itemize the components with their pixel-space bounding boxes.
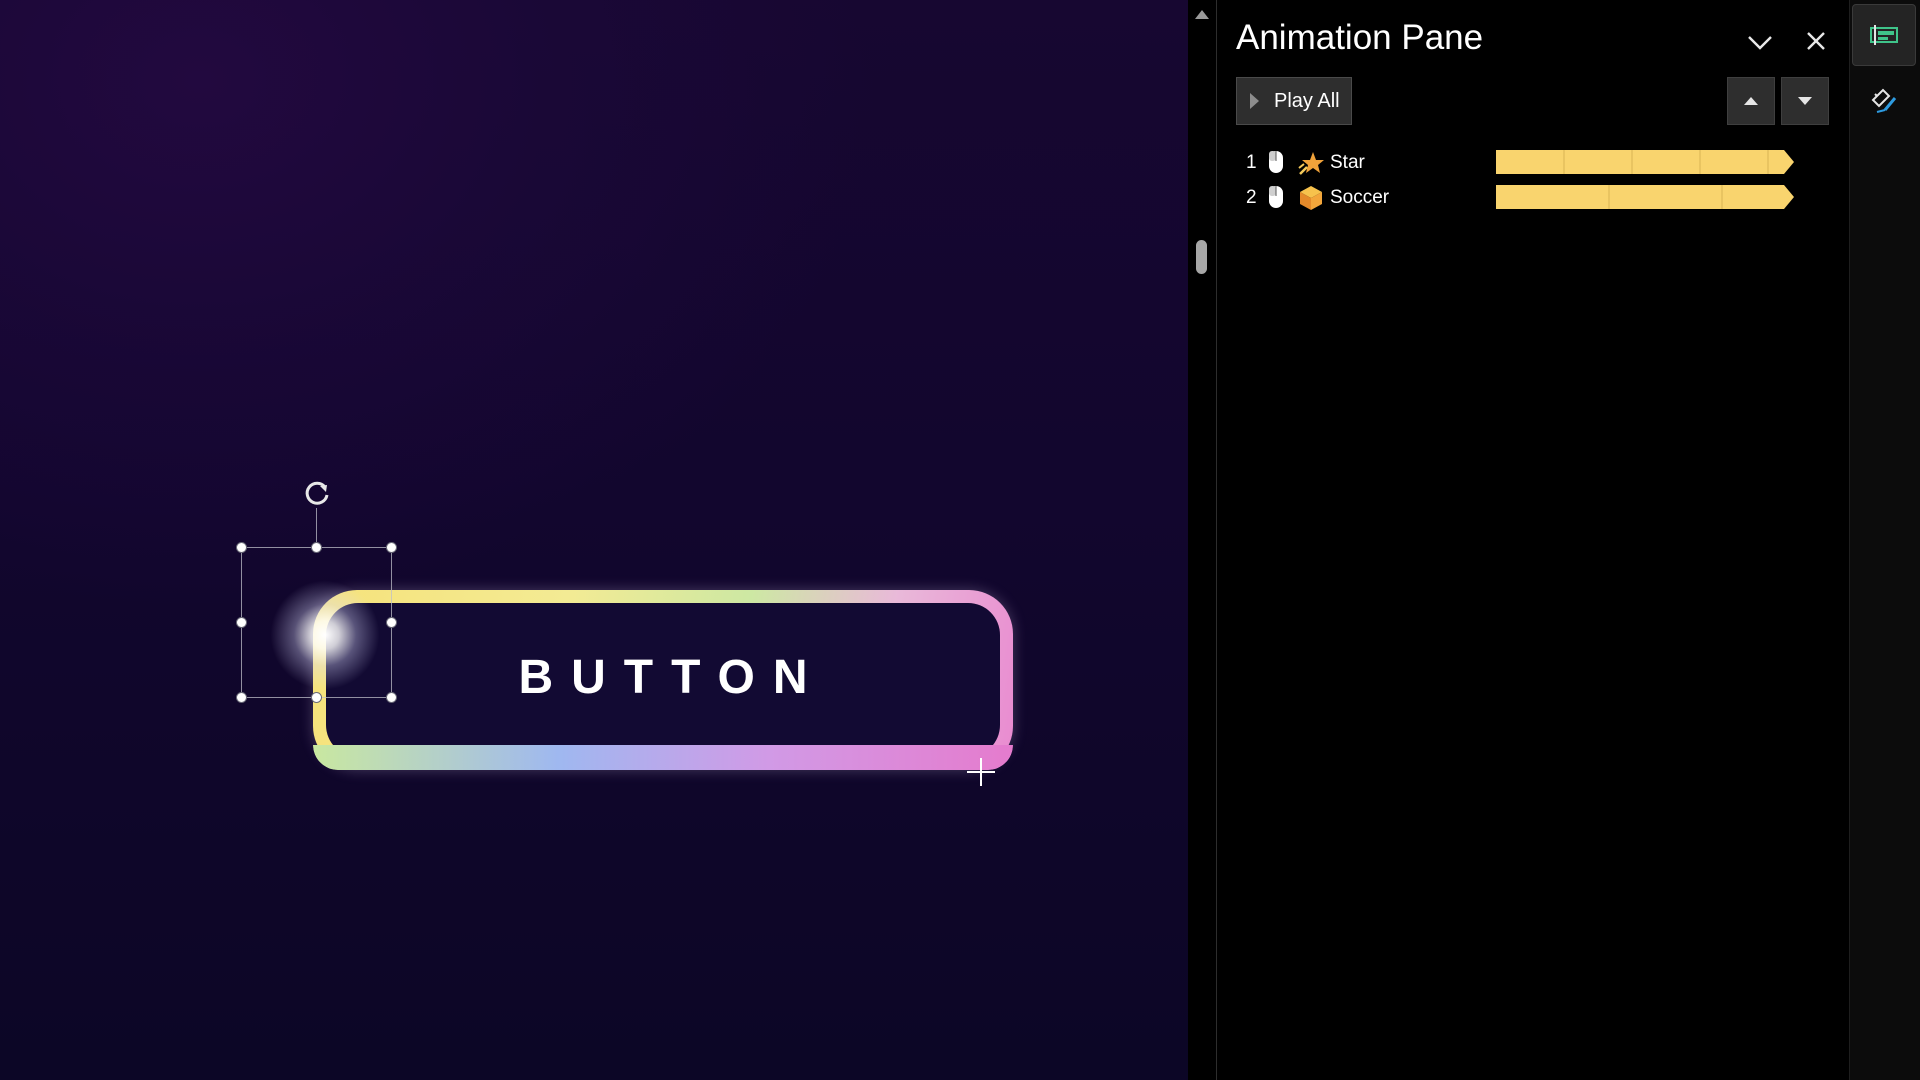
star-effect-icon	[1298, 152, 1324, 175]
mouse-click-icon	[1269, 186, 1283, 208]
close-icon[interactable]	[1801, 26, 1831, 56]
selection-box	[241, 547, 392, 698]
scrollbar-thumb[interactable]	[1196, 240, 1207, 274]
button-text: BUTTON	[518, 650, 826, 704]
timeline-bar-star[interactable]	[1496, 150, 1794, 174]
vertical-scrollbar[interactable]	[1188, 0, 1216, 1080]
item-number: 1	[1246, 152, 1257, 173]
glowing-button-shape[interactable]: BUTTON	[313, 590, 1013, 770]
resize-handle-top-right[interactable]	[386, 542, 397, 553]
animation-pane-icon	[1870, 25, 1898, 45]
item-label: Star	[1330, 152, 1365, 173]
chevron-down-icon[interactable]	[1744, 28, 1776, 56]
crosshair-cursor-icon	[967, 758, 995, 786]
item-label: Soccer	[1330, 187, 1390, 208]
resize-handle-top-left[interactable]	[236, 542, 247, 553]
task-pane-strip	[1849, 0, 1920, 1080]
wand-brush-icon	[1871, 88, 1897, 113]
cube-effect-icon	[1300, 186, 1322, 210]
resize-handle-right[interactable]	[386, 617, 397, 628]
animation-pane-toggle-button[interactable]	[1852, 4, 1916, 66]
play-icon	[1250, 93, 1259, 109]
pane-title: Animation Pane	[1236, 18, 1484, 57]
mouse-click-icon	[1269, 151, 1283, 173]
triangle-down-icon	[1798, 97, 1812, 105]
scroll-up-arrow-icon[interactable]	[1193, 6, 1211, 22]
button-shape-inner: BUTTON	[326, 603, 1000, 757]
designer-button[interactable]	[1852, 70, 1916, 132]
play-all-label: Play All	[1274, 89, 1340, 112]
move-earlier-button[interactable]	[1727, 77, 1775, 125]
item-number: 2	[1246, 187, 1257, 208]
rotate-handle-icon[interactable]	[298, 473, 336, 511]
resize-handle-bottom[interactable]	[311, 692, 322, 703]
triangle-up-icon	[1744, 97, 1758, 105]
move-later-button[interactable]	[1781, 77, 1829, 125]
resize-handle-top[interactable]	[311, 542, 322, 553]
play-all-button[interactable]: Play All	[1236, 77, 1352, 125]
resize-handle-bottom-right[interactable]	[386, 692, 397, 703]
resize-handle-bottom-left[interactable]	[236, 692, 247, 703]
timeline-bar-soccer[interactable]	[1496, 185, 1794, 209]
powerpoint-window: BUTTON Animation Pane Play All 1 Star 2 …	[0, 0, 1920, 1080]
resize-handle-left[interactable]	[236, 617, 247, 628]
slide-canvas[interactable]: BUTTON	[0, 0, 1188, 1080]
